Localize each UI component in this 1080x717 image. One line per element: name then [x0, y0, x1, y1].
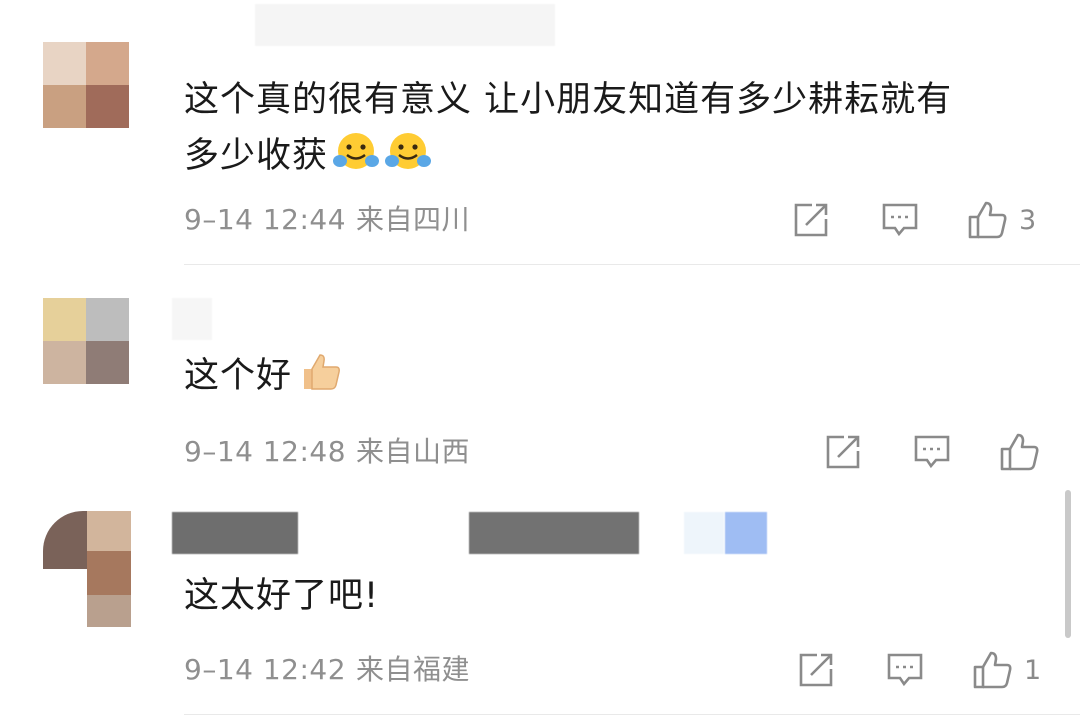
- like-icon: [973, 651, 1012, 689]
- username-blurred[interactable]: [255, 4, 555, 46]
- scrollbar[interactable]: [1065, 490, 1071, 638]
- comment-text-line: 多少收获: [184, 128, 1054, 184]
- comment-item: 这个好 9–14 12:48 来自山西: [0, 266, 1080, 492]
- like-count: 1: [1024, 654, 1042, 686]
- username-blurred[interactable]: [172, 298, 212, 340]
- share-button[interactable]: [792, 200, 830, 240]
- like-button[interactable]: 3: [967, 200, 1036, 240]
- divider: [184, 714, 1080, 715]
- share-button[interactable]: [824, 432, 862, 472]
- share-icon: [826, 435, 860, 469]
- like-count: 3: [1019, 204, 1037, 236]
- share-button[interactable]: [797, 650, 835, 690]
- comment-text: 这个真的很有意义 让小朋友知道有多少耕耘就有 多少收获: [184, 72, 1054, 184]
- badge-blurred: [725, 512, 767, 554]
- reply-button[interactable]: [880, 200, 920, 240]
- badge-blurred: [684, 512, 724, 554]
- comment-text: 这个好: [184, 348, 1054, 404]
- avatar[interactable]: [43, 42, 129, 128]
- username-blurred[interactable]: [469, 512, 639, 554]
- share-icon: [799, 653, 833, 687]
- reply-icon: [914, 435, 950, 469]
- comment-actions: 1: [0, 650, 1080, 690]
- comment-item: 这太好了吧! 9–14 12:42 来自福建 1: [0, 492, 1080, 717]
- avatar[interactable]: [43, 298, 129, 384]
- thumbs-up-icon: [296, 349, 344, 393]
- like-icon: [968, 201, 1007, 239]
- reply-button[interactable]: [885, 650, 925, 690]
- like-button[interactable]: [999, 432, 1041, 472]
- comment-item: 这个真的很有意义 让小朋友知道有多少耕耘就有 多少收获 9–14 12:44 来…: [0, 0, 1080, 265]
- reply-icon: [887, 653, 923, 687]
- comment-actions: 3: [0, 200, 1080, 240]
- comment-text: 这太好了吧!: [184, 576, 380, 616]
- reply-icon: [882, 203, 918, 237]
- divider: [184, 264, 1080, 265]
- comment-actions: [0, 432, 1080, 472]
- avatar[interactable]: [43, 511, 131, 627]
- hugging-face-icon: [332, 129, 380, 173]
- hugging-face-icon: [384, 129, 432, 173]
- comment-text-line: 这个真的很有意义 让小朋友知道有多少耕耘就有: [184, 80, 953, 120]
- username-blurred[interactable]: [172, 512, 298, 554]
- share-icon: [794, 203, 828, 237]
- reply-button[interactable]: [912, 432, 952, 472]
- like-icon: [1000, 433, 1039, 471]
- like-button[interactable]: 1: [972, 650, 1041, 690]
